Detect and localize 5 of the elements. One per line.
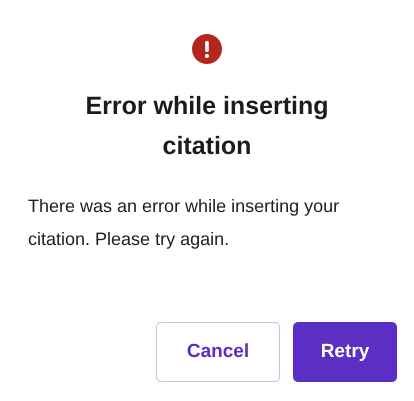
error-icon xyxy=(192,34,222,64)
dialog-message: There was an error while inserting your citation. Please try again. xyxy=(28,195,340,251)
cancel-button[interactable]: Cancel xyxy=(156,322,280,382)
retry-button[interactable]: Retry xyxy=(293,322,397,382)
dialog-title: Error while inserting citation xyxy=(84,91,330,162)
